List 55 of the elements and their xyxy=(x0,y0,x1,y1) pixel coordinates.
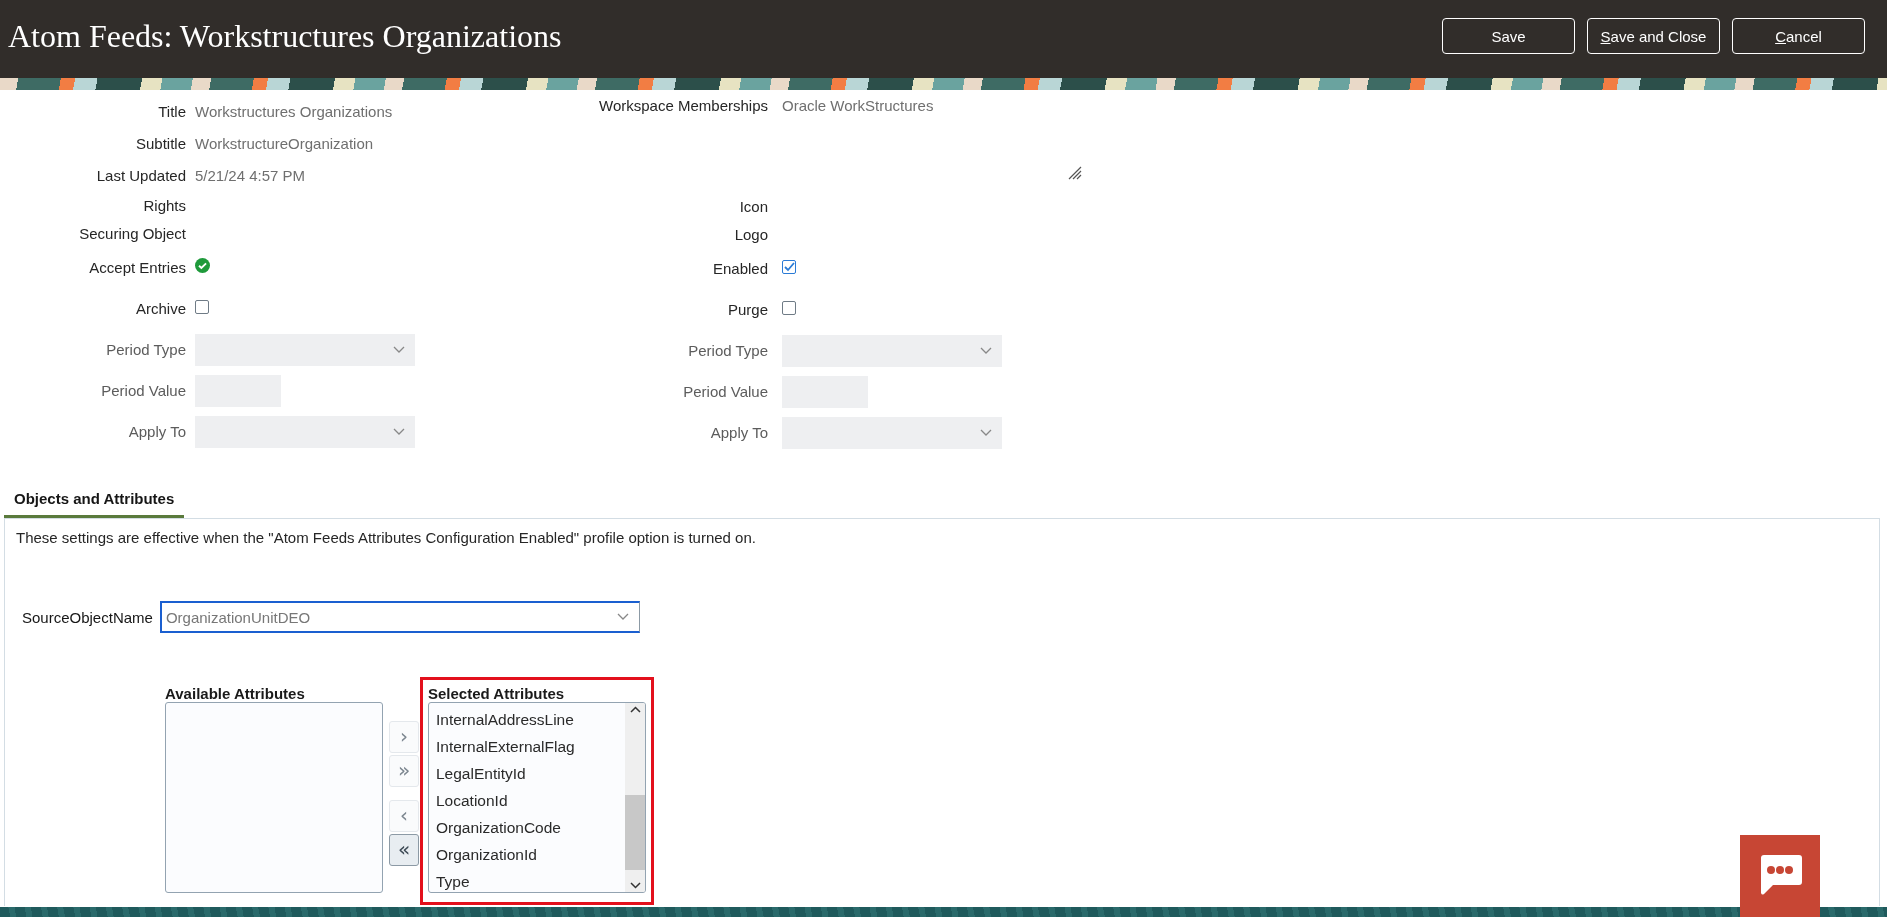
field-label: Last Updated xyxy=(96,166,186,184)
field-label: Logo xyxy=(734,225,768,243)
chevron-down-icon xyxy=(393,345,405,354)
chevron-down-icon xyxy=(393,427,405,436)
field-value: WorkstructureOrganization xyxy=(195,134,374,152)
scrollbar[interactable] xyxy=(625,703,645,892)
field-label: Rights xyxy=(143,196,186,214)
list-item[interactable]: Type xyxy=(429,868,625,892)
field-label: Subtitle xyxy=(135,134,186,152)
chevron-up-icon[interactable] xyxy=(629,706,641,713)
checkbox[interactable] xyxy=(782,300,796,315)
shuttle-button[interactable]: « xyxy=(389,834,419,866)
resize-handle-icon[interactable] xyxy=(1068,166,1082,180)
field-value: Workstructures Organizations xyxy=(195,102,393,120)
field-value: 5/21/24 4:57 PM xyxy=(195,166,306,184)
header-button[interactable]: Save xyxy=(1442,18,1575,54)
chevron-down-icon xyxy=(616,613,629,621)
list-item[interactable]: OrganizationId xyxy=(429,841,625,868)
chat-button[interactable] xyxy=(1740,835,1820,917)
field-label: Period Value xyxy=(101,382,186,399)
chevron-down-icon[interactable] xyxy=(629,882,641,889)
tab[interactable]: Objects and Attributes xyxy=(4,483,185,518)
list-item[interactable]: LocationId xyxy=(429,787,625,814)
chevron-down-icon xyxy=(980,346,992,355)
list-item[interactable]: OrganizationCode xyxy=(429,814,625,841)
field-label: Period Value xyxy=(683,383,768,400)
field-label: Workspace Memberships xyxy=(599,97,768,114)
available-list[interactable] xyxy=(165,702,383,893)
list-item[interactable]: InternalExternalFlag xyxy=(429,733,625,760)
info-text: These settings are effective when the "Atom Feeds Attributes Configuration Enabled" profile option is turned on. xyxy=(16,529,757,546)
field-label: Icon xyxy=(739,197,768,215)
field-label: SourceObjectName xyxy=(22,608,153,626)
checkbox[interactable] xyxy=(195,299,209,314)
chevron-down-icon xyxy=(980,428,992,437)
field-label: Apply To xyxy=(128,423,186,440)
field-label: Archive xyxy=(135,300,186,317)
list-item[interactable]: InternalAddressLine xyxy=(429,706,625,733)
field-label: Accept Entries xyxy=(89,259,186,276)
field-label: Purge xyxy=(727,301,768,318)
dropdown-field[interactable]: OrganizationUnitDEO xyxy=(159,601,640,633)
page-title: Atom Feeds: Workstructures Organizations xyxy=(8,17,562,56)
field-label: Enabled xyxy=(712,260,768,277)
field-label: Period Type xyxy=(106,341,186,358)
field-value: Oracle WorkStructures xyxy=(782,96,934,114)
list-item[interactable]: LegalEntityId xyxy=(429,760,625,787)
field-label: Title xyxy=(158,102,186,120)
checkbox[interactable] xyxy=(782,259,796,274)
list-label: Selected Attributes xyxy=(428,684,566,702)
selected-list[interactable]: InternalAddressLine InternalExternalFlag LegalEntityId LocationId OrganizationCode OrganizationId Type xyxy=(428,702,646,893)
field-label: Period Type xyxy=(688,342,768,359)
header-button[interactable]: Save and Close xyxy=(1587,18,1720,54)
list-label: Available Attributes xyxy=(165,684,306,702)
field-label: Securing Object xyxy=(79,224,186,242)
field-label: Apply To xyxy=(710,424,768,441)
header-button[interactable]: Cancel xyxy=(1732,18,1865,54)
